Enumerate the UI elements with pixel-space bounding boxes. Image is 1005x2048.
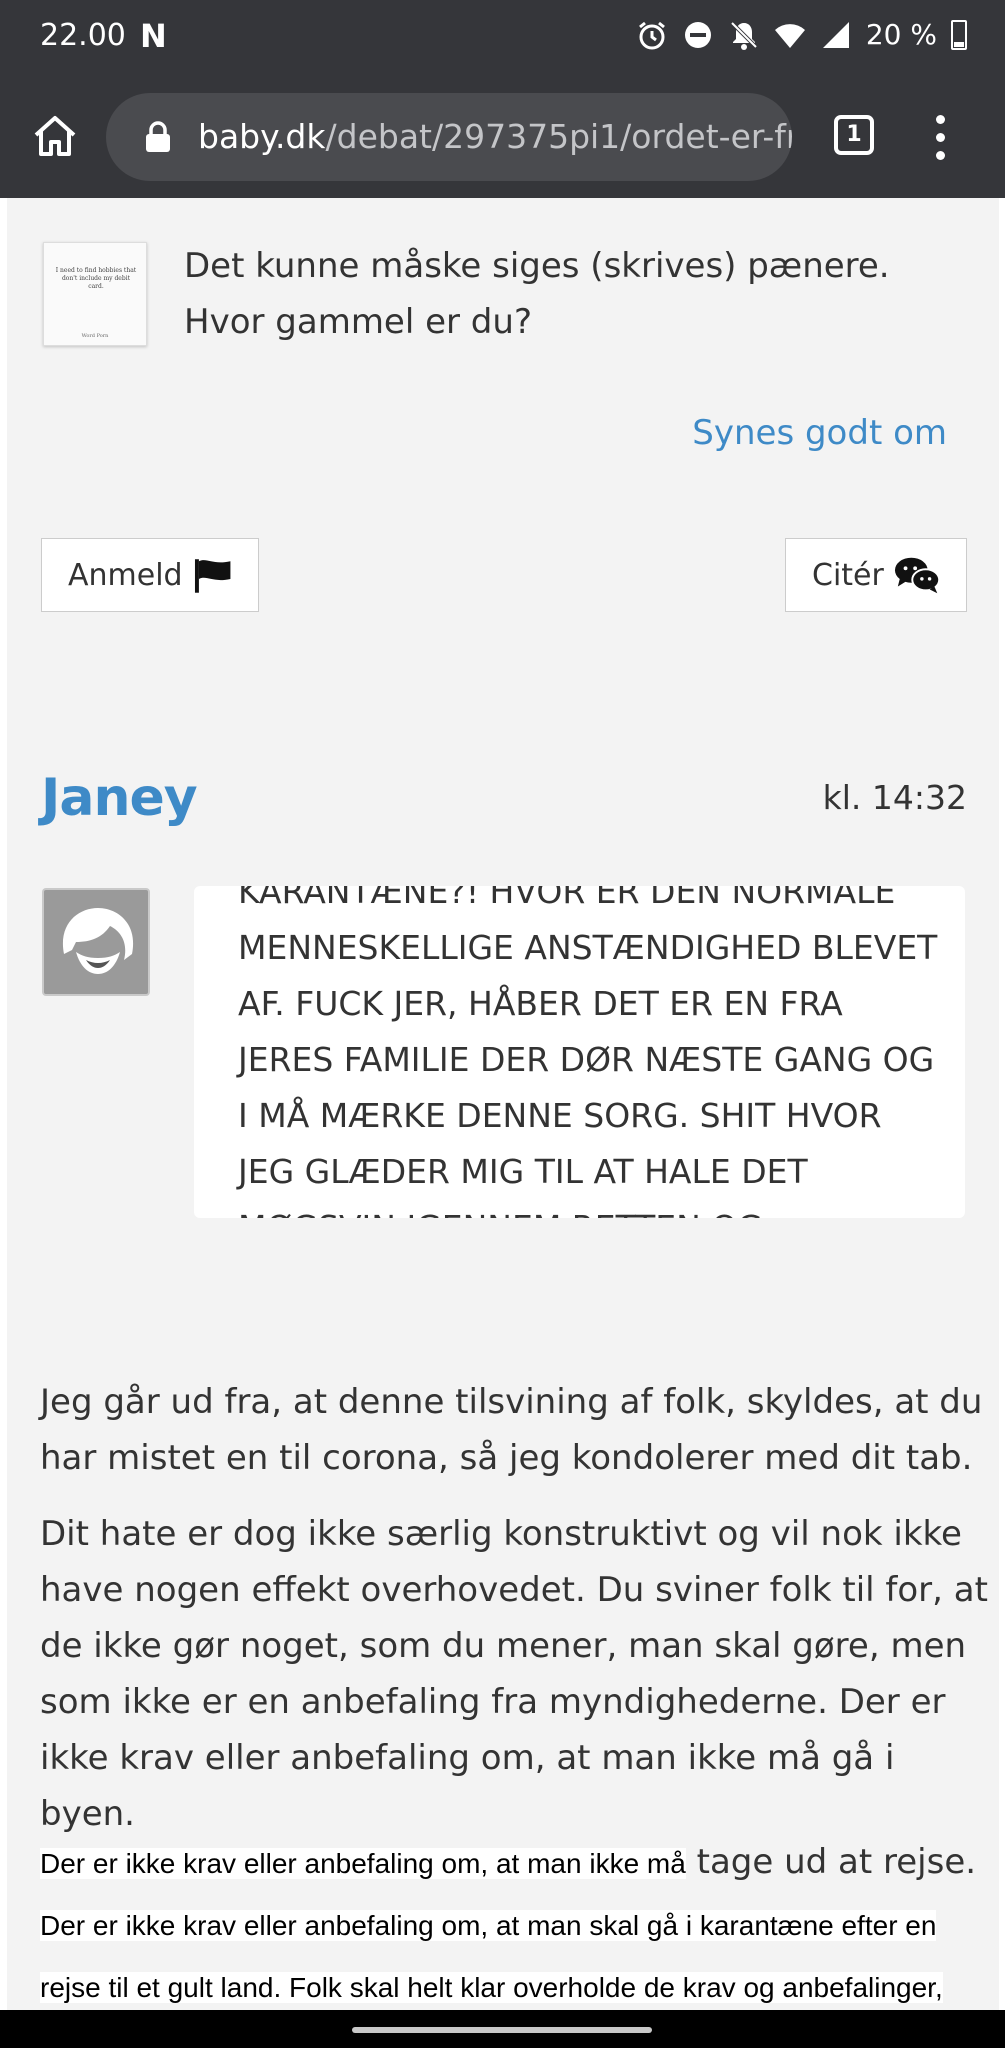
- home-icon[interactable]: [30, 111, 80, 161]
- chat-bubbles-icon: [894, 557, 940, 594]
- url-text: baby.dk/debat/297375pi1/ordet-er-fr: [198, 117, 792, 156]
- wifi-icon: [774, 23, 805, 48]
- quoted-message: KARANTÆNE?! HVOR ER DEN NORMALE MENNESKE…: [194, 886, 965, 1218]
- reply-paragraph: Dit hate er dog ikke særlig konstruktivt…: [40, 1514, 988, 1834]
- notifications-off-icon: [730, 21, 758, 50]
- url-path: /debat/297375pi1/ordet-er-fr: [325, 117, 793, 156]
- reply-text-fragment: tage ud at rejse.: [685, 1842, 977, 1882]
- report-button[interactable]: Anmeld: [41, 538, 259, 612]
- url-host: baby.dk: [198, 117, 326, 156]
- browser-toolbar: baby.dk/debat/297375pi1/ordet-er-fr 1: [0, 75, 1005, 198]
- highlighted-text: Der er ikke krav eller anbefaling om, at…: [40, 1848, 686, 1879]
- quoted-text: KARANTÆNE?! HVOR ER DEN NORMALE MENNESKE…: [238, 886, 938, 1218]
- address-bar[interactable]: baby.dk/debat/297375pi1/ordet-er-fr: [106, 93, 792, 181]
- default-avatar-icon[interactable]: [42, 888, 150, 996]
- user-avatar-image[interactable]: I need to find hobbies that don't includ…: [43, 242, 147, 346]
- more-menu-icon[interactable]: [930, 115, 950, 161]
- flag-icon: [194, 559, 231, 593]
- home-gesture-handle[interactable]: [352, 2027, 652, 2033]
- post-timestamp: kl. 14:32: [822, 778, 967, 817]
- system-navigation-bar: [0, 2010, 1005, 2048]
- comment-text: Det kunne måske siges (skrives) pænere. …: [184, 246, 890, 342]
- clock: 22.00: [40, 18, 126, 53]
- tab-switcher-button[interactable]: 1: [834, 115, 874, 155]
- alarm-icon: [638, 21, 665, 49]
- like-link[interactable]: Synes godt om: [692, 413, 947, 453]
- avatar-image-author: Word Porn: [81, 333, 109, 339]
- netflix-notification-icon: N: [140, 17, 167, 55]
- signal-icon: [822, 21, 849, 48]
- highlighted-text: Der er ikke krav eller anbefaling om, at…: [40, 1910, 943, 2010]
- status-bar: 22.00 N 20 %: [0, 0, 1005, 75]
- battery-icon: [951, 19, 967, 50]
- author-name[interactable]: Janey: [41, 768, 198, 828]
- reply-paragraph: Jeg går ud fra, at denne tilsvining af f…: [40, 1382, 983, 1478]
- reply-paragraph: Der er ikke krav eller anbefaling om, at…: [40, 1832, 990, 2010]
- quote-label: Citér: [812, 557, 884, 593]
- battery-percent: 20 %: [865, 18, 937, 51]
- page-content: I need to find hobbies that don't includ…: [0, 198, 1005, 2010]
- report-label: Anmeld: [68, 557, 183, 593]
- reply-body: Jeg går ud fra, at denne tilsvining af f…: [40, 1374, 990, 1862]
- comment-card: Janey kl. 14:32 KARANTÆNE?! HVOR ER DEN …: [7, 726, 999, 2010]
- quote-button[interactable]: Citér: [785, 538, 967, 612]
- do-not-disturb-icon: [684, 21, 711, 48]
- lock-icon: [146, 121, 170, 152]
- avatar-image-text: I need to find hobbies that don't includ…: [55, 267, 137, 290]
